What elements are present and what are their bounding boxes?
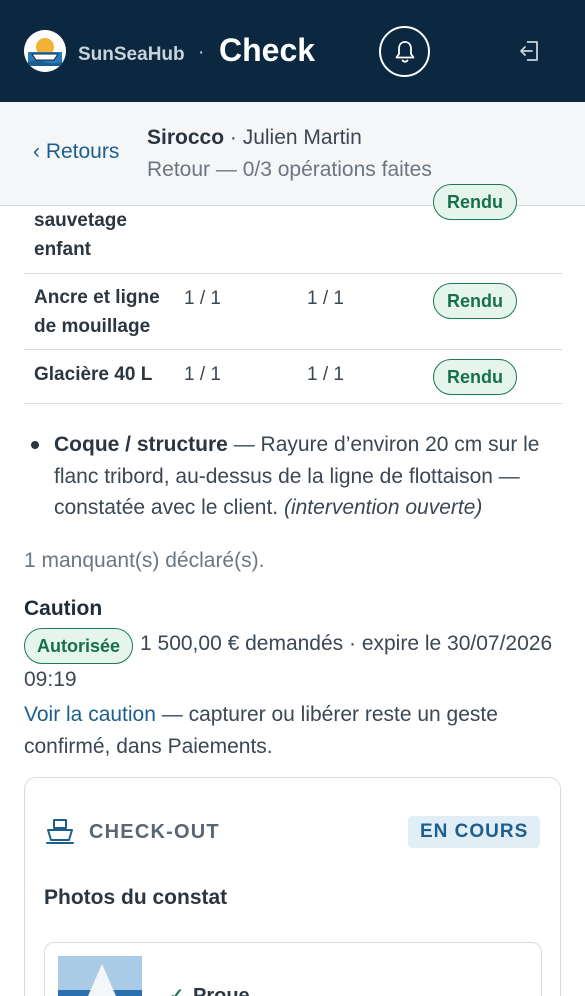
photo-label: Proue [193, 985, 250, 996]
caution-status-badge: Autorisée [24, 628, 134, 664]
quantity-in: 1 / 1 [307, 364, 344, 385]
missing-count: 1 manquant(s) déclaré(s). [24, 549, 265, 572]
equipment-name: sauvetage enfant [34, 206, 127, 264]
logout-icon [520, 41, 538, 61]
quantity-out: 1 / 1 [184, 288, 221, 309]
equipment-name: Ancre et ligne de mouillage [34, 283, 160, 341]
top-bar: SunSeaHub · Check [0, 0, 585, 102]
equipment-name-line: Ancre et ligne [34, 287, 160, 308]
equipment-name-line: sauvetage [34, 210, 127, 231]
logout-button[interactable] [512, 36, 546, 66]
page-title: Check [219, 32, 316, 68]
equipment-name-line: enfant [34, 239, 91, 260]
photos-heading: Photos du constat [44, 886, 228, 909]
check-icon: ✓ [169, 985, 185, 996]
view-caution-link[interactable]: Voir la caution [24, 703, 156, 726]
boat-icon [46, 819, 74, 844]
caution-note: Voir la caution — capturer ou libérer re… [24, 699, 564, 762]
equipment-name-line: de mouillage [34, 316, 151, 337]
photo-item[interactable]: ✓ Proue [44, 942, 542, 996]
caution-amount: 1 500,00 € demandés · expire le 30/07/20… [140, 632, 553, 655]
card-title: CHECK-OUT [89, 821, 220, 843]
bell-icon [395, 40, 414, 63]
checkout-status-badge: EN COURS [408, 816, 541, 848]
title-separator: · [198, 42, 205, 63]
logo-icon [24, 30, 66, 72]
table-row: Glacière 40 L 1 / 1 1 / 1 Rendu [24, 350, 562, 404]
booking-separator: · [224, 126, 243, 149]
status-badge: Rendu [433, 184, 517, 220]
status-badge: Rendu [433, 283, 517, 319]
damage-entry: Coque / structure — Rayure d’environ 20 … [54, 429, 554, 524]
damage-category: Coque / structure [54, 433, 228, 456]
operation-status: Retour — 0/3 opérations faites [147, 158, 432, 181]
quantity-out: 1 / 1 [184, 364, 221, 385]
photo-thumbnail [58, 956, 142, 996]
caution-heading: Caution [24, 597, 103, 620]
status-badge: Rendu [433, 359, 517, 395]
notifications-button[interactable] [379, 26, 430, 77]
caution-expiry-time: 09:19 [24, 668, 77, 691]
equipment-name: Glacière 40 L [34, 360, 152, 389]
booking-line: Sirocco · Julien Martin [147, 126, 362, 150]
table-row: sauvetage enfant Rendu [24, 184, 562, 274]
checkout-card: CHECK-OUT EN COURS Photos du constat ✓ P… [24, 777, 561, 996]
bullet-icon [31, 441, 39, 449]
table-row: Ancre et ligne de mouillage 1 / 1 1 / 1 … [24, 274, 562, 350]
equipment-name-line: Glacière 40 L [34, 364, 153, 385]
brand-name: SunSeaHub [78, 44, 185, 65]
quantity-in: 1 / 1 [307, 288, 344, 309]
client-name: Julien Martin [242, 126, 362, 149]
damage-note: (intervention ouverte) [283, 496, 483, 519]
back-link[interactable]: ‹ Retours [33, 140, 119, 164]
boat-name: Sirocco [147, 126, 225, 149]
